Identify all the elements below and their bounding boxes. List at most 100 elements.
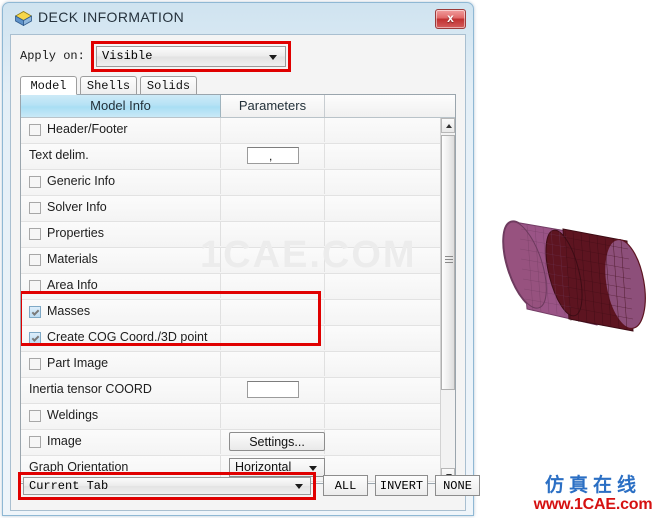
- row-checkbox[interactable]: [29, 410, 41, 422]
- all-button[interactable]: ALL: [323, 475, 368, 496]
- window-title: DECK INFORMATION: [38, 9, 185, 25]
- row-checkbox[interactable]: [29, 332, 41, 344]
- row-label: Create COG Coord./3D point: [47, 330, 208, 344]
- column-header-spacer: [325, 95, 455, 117]
- arrow-up-icon: [446, 124, 452, 128]
- table-row[interactable]: Area Info: [21, 274, 440, 300]
- row-checkbox[interactable]: [29, 436, 41, 448]
- table-row[interactable]: Masses: [21, 300, 440, 326]
- tab-shells[interactable]: Shells: [80, 76, 137, 95]
- row-parameter-cell: [221, 378, 325, 402]
- tab-model[interactable]: Model: [20, 76, 77, 95]
- vertical-scrollbar[interactable]: [440, 118, 455, 483]
- row-label: Header/Footer: [47, 122, 128, 136]
- row-label-cell: Properties: [21, 222, 221, 246]
- table-row[interactable]: Image Settings...: [21, 430, 440, 456]
- row-parameter-cell: [221, 274, 325, 298]
- table-row[interactable]: Text delim.,: [21, 144, 440, 170]
- all-button-label: ALL: [334, 479, 357, 493]
- parameter-input[interactable]: [247, 381, 299, 398]
- table-row[interactable]: Generic Info: [21, 170, 440, 196]
- row-label: Masses: [47, 304, 91, 318]
- row-checkbox[interactable]: [29, 176, 41, 188]
- row-label-cell: Weldings: [21, 404, 221, 428]
- table-row[interactable]: Weldings: [21, 404, 440, 430]
- row-label-cell: Generic Info: [21, 170, 221, 194]
- table-row[interactable]: Solver Info: [21, 196, 440, 222]
- row-parameter-cell: [221, 404, 325, 428]
- parameter-input[interactable]: ,: [247, 147, 299, 164]
- row-extra-cell: [325, 352, 440, 376]
- tab-solids-label: Solids: [146, 79, 191, 93]
- bottom-action-bar: Current Tab ALL INVERT NONE: [18, 472, 480, 502]
- row-extra-cell: [325, 326, 440, 350]
- grid-header-row: Model Info Parameters: [21, 95, 455, 118]
- row-label: Generic Info: [47, 174, 116, 188]
- row-extra-cell: [325, 274, 440, 298]
- row-label-cell: Part Image: [21, 352, 221, 376]
- row-label-cell: Create COG Coord./3D point: [21, 326, 221, 350]
- none-button[interactable]: NONE: [435, 475, 480, 496]
- row-label-cell: Header/Footer: [21, 118, 221, 142]
- row-checkbox[interactable]: [29, 228, 41, 240]
- watermark-brand-url: www.1CAE.com: [533, 496, 653, 513]
- cylinder-mesh-model: [502, 220, 646, 332]
- tab-model-label: Model: [30, 79, 67, 93]
- close-button[interactable]: x: [435, 9, 466, 29]
- chevron-down-icon: [309, 466, 317, 471]
- row-extra-cell: [325, 118, 440, 142]
- scroll-up-button[interactable]: [441, 118, 455, 133]
- scrollbar-thumb[interactable]: [441, 135, 455, 390]
- row-extra-cell: [325, 404, 440, 428]
- model-info-grid: Model Info Parameters Header/Footer Text …: [20, 94, 456, 484]
- window-titlebar: DECK INFORMATION x: [3, 3, 473, 34]
- row-label: Solver Info: [47, 200, 107, 214]
- row-checkbox[interactable]: [29, 306, 41, 318]
- watermark-brand: 仿真在线 www.1CAE.com: [523, 470, 663, 514]
- apply-on-dropdown[interactable]: Visible: [96, 46, 286, 67]
- row-extra-cell: [325, 170, 440, 194]
- row-label-cell: Inertia tensor COORD: [21, 378, 221, 402]
- row-checkbox[interactable]: [29, 202, 41, 214]
- scrollbar-grip-icon: [445, 256, 453, 263]
- invert-button[interactable]: INVERT: [375, 475, 428, 496]
- row-parameter-cell: [221, 352, 325, 376]
- table-row[interactable]: Create COG Coord./3D point: [21, 326, 440, 352]
- row-label: Weldings: [47, 408, 99, 422]
- tab-shells-label: Shells: [86, 79, 131, 93]
- row-label-cell: Image: [21, 430, 221, 454]
- row-checkbox[interactable]: [29, 254, 41, 266]
- row-label-cell: Materials: [21, 248, 221, 272]
- row-extra-cell: [325, 144, 440, 168]
- row-parameter-cell: [221, 326, 325, 350]
- tab-solids[interactable]: Solids: [140, 76, 197, 95]
- scope-value: Current Tab: [29, 479, 109, 493]
- row-label-cell: Text delim.: [21, 144, 221, 168]
- row-parameter-cell: ,: [221, 144, 325, 168]
- close-icon: x: [447, 11, 454, 25]
- table-row[interactable]: Header/Footer: [21, 118, 440, 144]
- row-label-cell: Masses: [21, 300, 221, 324]
- invert-button-label: INVERT: [379, 479, 424, 493]
- column-header-parameters[interactable]: Parameters: [221, 95, 325, 117]
- row-parameter-cell: [221, 196, 325, 220]
- settings-button[interactable]: Settings...: [229, 432, 325, 451]
- row-label-cell: Solver Info: [21, 196, 221, 220]
- table-row[interactable]: Inertia tensor COORD: [21, 378, 440, 404]
- scope-dropdown[interactable]: Current Tab: [23, 477, 311, 495]
- deck-diamond-icon: [15, 11, 32, 26]
- row-checkbox[interactable]: [29, 358, 41, 370]
- column-header-model-info[interactable]: Model Info: [21, 95, 221, 117]
- row-checkbox[interactable]: [29, 124, 41, 136]
- row-parameter-cell: [221, 300, 325, 324]
- grid-rows: Header/Footer Text delim., Generic Info Sol…: [21, 118, 440, 483]
- row-label: Properties: [47, 226, 104, 240]
- row-parameter-cell: Settings...: [221, 430, 325, 454]
- apply-on-label: Apply on:: [20, 49, 85, 63]
- row-checkbox[interactable]: [29, 280, 41, 292]
- chevron-down-icon: [295, 484, 303, 489]
- chevron-down-icon: [269, 55, 277, 60]
- 3d-model-viewport[interactable]: [485, 175, 660, 365]
- table-row[interactable]: Part Image: [21, 352, 440, 378]
- row-label: Area Info: [47, 278, 98, 292]
